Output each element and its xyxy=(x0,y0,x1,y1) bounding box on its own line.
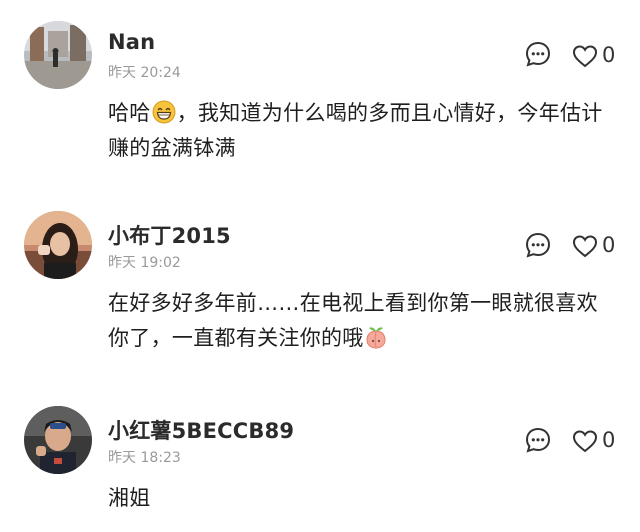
avatar-image xyxy=(24,406,92,474)
like-count: 0 xyxy=(602,428,616,452)
comment-text-part: 湘姐 xyxy=(108,486,151,510)
heart-outline-icon xyxy=(572,430,598,453)
username[interactable]: 小红薯5BECCB89 xyxy=(108,415,294,445)
comment-text: 湘姐 xyxy=(108,481,618,516)
reply-bubble-icon xyxy=(525,427,551,453)
avatar[interactable] xyxy=(24,406,92,474)
reply-button[interactable] xyxy=(524,426,552,454)
timestamp: 昨天 18:23 xyxy=(108,450,181,466)
like-button[interactable]: 0 xyxy=(572,427,622,455)
comment-item: 小红薯5BECCB89 昨天 18:23 0 湘姐 xyxy=(0,0,640,532)
